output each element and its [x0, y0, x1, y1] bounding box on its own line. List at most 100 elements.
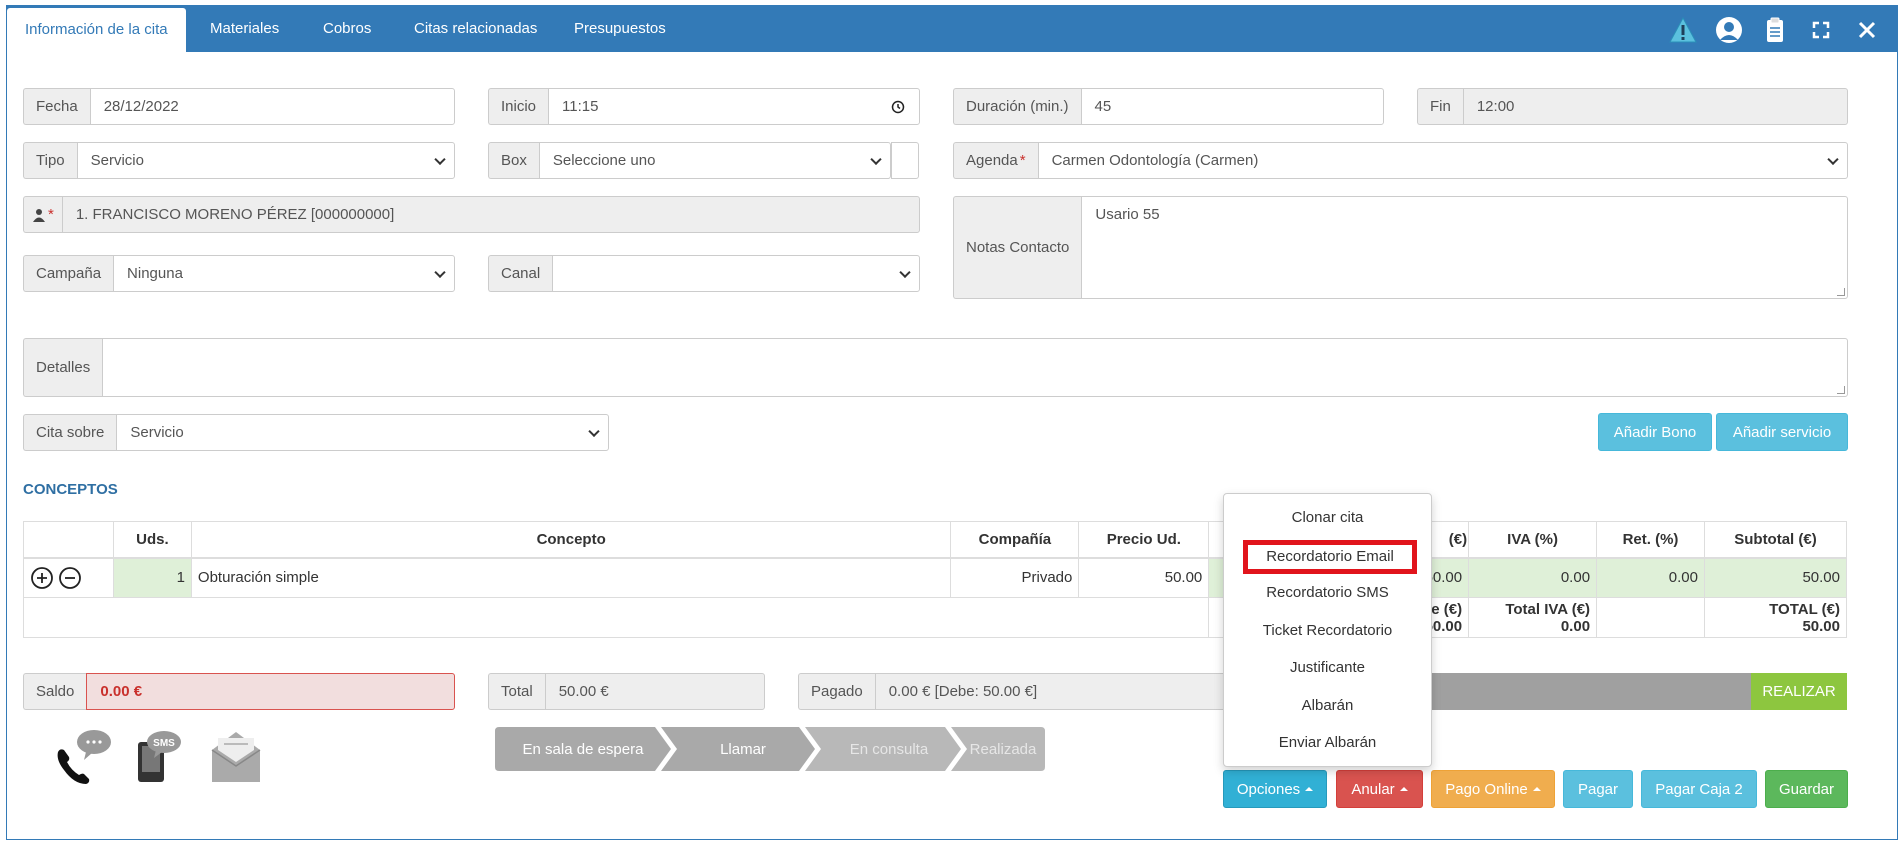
- tab-bar: Información de la cita Materiales Cobros…: [7, 6, 1897, 54]
- guardar-button[interactable]: Guardar: [1765, 770, 1848, 808]
- cell-subtotal: 50.00: [1703, 557, 1848, 598]
- total-summary-label: Total: [488, 673, 545, 710]
- chevron-down-icon: [588, 425, 600, 437]
- total-iva-cell: Total IVA (€) 0.00: [1468, 597, 1598, 638]
- menu-item-ticket-recordatorio[interactable]: Ticket Recordatorio: [1224, 619, 1431, 643]
- menu-item-enviar-albaran[interactable]: Enviar Albarán: [1224, 731, 1431, 755]
- fullscreen-icon[interactable]: [1807, 16, 1835, 44]
- total-value: 50.00: [1802, 617, 1840, 635]
- user-avatar-icon[interactable]: [1715, 16, 1743, 44]
- tab-informacion[interactable]: Información de la cita: [7, 8, 186, 54]
- pago-online-button[interactable]: Pago Online: [1431, 770, 1555, 808]
- clock-icon[interactable]: [891, 100, 905, 114]
- campana-group: Campaña Ninguna: [23, 255, 455, 292]
- menu-item-justificante[interactable]: Justificante: [1224, 656, 1431, 680]
- svg-text:SMS: SMS: [153, 738, 175, 749]
- anular-label: Anular: [1351, 780, 1395, 798]
- user-icon: [33, 208, 45, 222]
- required-marker: *: [1019, 152, 1026, 169]
- cell-iva[interactable]: 0.00: [1468, 557, 1598, 598]
- agenda-select[interactable]: Carmen Odontología (Carmen): [1037, 142, 1848, 179]
- pagar-caja2-button[interactable]: Pagar Caja 2: [1641, 770, 1757, 808]
- phone-chat-icon[interactable]: [54, 728, 114, 784]
- email-icon[interactable]: [210, 728, 262, 784]
- fin-group: Fin 12:00: [1417, 88, 1848, 125]
- tipo-label: Tipo: [23, 142, 77, 179]
- canal-label: Canal: [488, 255, 553, 292]
- opciones-label: Opciones: [1236, 780, 1301, 798]
- totals-row: e (€) 50.00 Total IVA (€) 0.00 TOTAL (€)…: [22, 597, 1848, 638]
- menu-item-albaran[interactable]: Albarán: [1224, 694, 1431, 718]
- caret-up-icon: [1305, 787, 1314, 791]
- cell-ret[interactable]: 0.00: [1596, 557, 1705, 598]
- detalles-group: Detalles: [23, 338, 1848, 397]
- step-llamar[interactable]: Llamar: [670, 727, 816, 771]
- box-select[interactable]: Seleccione uno: [538, 142, 891, 179]
- step-realizada[interactable]: Realizada: [958, 727, 1048, 771]
- inicio-input[interactable]: 11:15: [548, 88, 920, 125]
- canal-select[interactable]: [552, 255, 920, 292]
- remove-row-icon[interactable]: [58, 566, 82, 590]
- chevron-down-icon: [434, 153, 446, 165]
- total-group: Total 50.00 €: [488, 673, 765, 710]
- menu-item-clonar-cita[interactable]: Clonar cita: [1224, 506, 1431, 530]
- paciente-input[interactable]: 1. FRANCISCO MORENO PÉREZ [000000000]: [61, 196, 920, 233]
- agenda-value: Carmen Odontología (Carmen): [1051, 152, 1259, 169]
- campana-label: Campaña: [23, 255, 114, 292]
- pagar-button[interactable]: Pagar: [1563, 770, 1633, 808]
- cita-sobre-label: Cita sobre: [23, 414, 117, 451]
- clipboard-icon[interactable]: [1761, 16, 1789, 44]
- pagado-value: 0.00 € [Debe: 50.00 €]: [874, 673, 1238, 710]
- tab-materiales[interactable]: Materiales: [192, 6, 297, 52]
- fecha-input[interactable]: 28/12/2022: [89, 88, 455, 125]
- tab-citas-relacionadas[interactable]: Citas relacionadas: [396, 6, 555, 52]
- cell-concepto[interactable]: Obturación simple: [190, 557, 952, 598]
- paciente-group: * 1. FRANCISCO MORENO PÉREZ [000000000]: [23, 196, 920, 233]
- box-label: Box: [488, 142, 539, 179]
- total-cell: TOTAL (€) 50.00: [1703, 597, 1848, 638]
- agenda-label: Agenda *: [953, 142, 1038, 179]
- header-concepto: Concepto: [190, 521, 952, 559]
- duracion-input[interactable]: 45: [1080, 88, 1384, 125]
- close-icon[interactable]: [1853, 16, 1881, 44]
- warning-icon[interactable]: [1669, 16, 1697, 44]
- row-actions: [23, 557, 114, 598]
- realizar-button[interactable]: REALIZAR: [1751, 673, 1847, 710]
- menu-item-recordatorio-email[interactable]: Recordatorio Email: [1243, 540, 1417, 574]
- fin-label: Fin: [1417, 88, 1463, 125]
- resize-handle[interactable]: [1837, 386, 1845, 394]
- menu-item-recordatorio-sms[interactable]: Recordatorio SMS: [1224, 581, 1431, 605]
- step-en-sala[interactable]: En sala de espera: [495, 727, 671, 771]
- opciones-button[interactable]: Opciones: [1223, 770, 1327, 808]
- total-ret-cell: [1596, 597, 1705, 638]
- totals-spacer: [22, 597, 1210, 638]
- caret-up-icon: [1399, 787, 1408, 791]
- tab-cobros[interactable]: Cobros: [305, 6, 389, 52]
- box-addon-button[interactable]: [890, 142, 919, 179]
- chevron-down-icon: [434, 266, 446, 278]
- fin-input: 12:00: [1462, 88, 1848, 125]
- inicio-label: Inicio: [488, 88, 549, 125]
- resize-handle[interactable]: [1837, 288, 1845, 296]
- notas-textarea[interactable]: Usario 55: [1081, 196, 1848, 299]
- required-marker: *: [48, 206, 54, 223]
- anular-button[interactable]: Anular: [1336, 770, 1423, 808]
- anadir-bono-button[interactable]: Añadir Bono: [1598, 413, 1712, 451]
- table-header-row: Uds. Concepto Compañía Precio Ud. (€) IV…: [23, 521, 1848, 559]
- cell-precio[interactable]: 50.00: [1078, 557, 1210, 598]
- opciones-dropdown-menu: Clonar cita Recordatorio Email Recordato…: [1223, 493, 1432, 767]
- campana-select[interactable]: Ninguna: [113, 255, 455, 292]
- step-en-consulta[interactable]: En consulta: [814, 727, 964, 771]
- tipo-select[interactable]: Servicio: [76, 142, 455, 179]
- sms-icon[interactable]: SMS: [136, 728, 182, 784]
- add-row-icon[interactable]: [30, 566, 54, 590]
- detalles-textarea[interactable]: [102, 338, 1848, 397]
- tab-presupuestos[interactable]: Presupuestos: [556, 6, 684, 52]
- cell-uds[interactable]: 1: [112, 557, 192, 598]
- total-iva-label: Total IVA (€): [1505, 600, 1591, 618]
- chevron-down-icon: [899, 266, 911, 278]
- conceptos-table: Uds. Concepto Compañía Precio Ud. (€) IV…: [22, 521, 1848, 638]
- anadir-servicio-button[interactable]: Añadir servicio: [1716, 413, 1848, 451]
- cita-sobre-select[interactable]: Servicio: [116, 414, 609, 451]
- header-actions: [23, 521, 114, 559]
